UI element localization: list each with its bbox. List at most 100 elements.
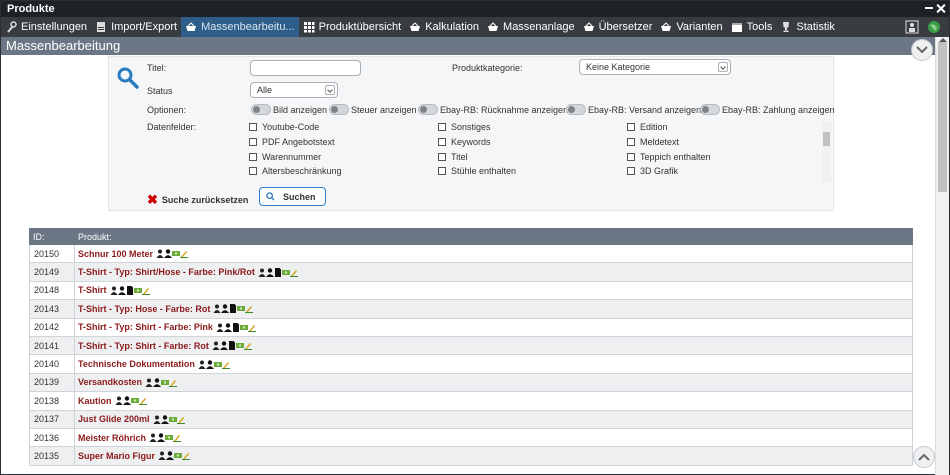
cash-icon[interactable] [161, 378, 170, 387]
datafield-checkbox[interactable]: Sonstiges [438, 122, 491, 132]
tab-4[interactable]: Kalkulation [405, 17, 483, 37]
minimize-button[interactable] [925, 7, 933, 9]
cash-icon[interactable] [281, 268, 290, 277]
edit-icon[interactable] [169, 378, 178, 387]
datafield-checkbox[interactable]: Titel [438, 152, 468, 162]
tab-0[interactable]: Einstellungen [1, 17, 91, 37]
edit-icon[interactable] [138, 396, 147, 406]
edit-icon[interactable] [245, 304, 254, 314]
checkbox-box[interactable] [438, 152, 446, 161]
datafield-checkbox[interactable]: 3D Grafik [627, 166, 678, 176]
checkbox-box[interactable] [438, 137, 446, 146]
tab-9[interactable]: Statistik [776, 17, 839, 37]
globe-icon[interactable] [927, 20, 941, 34]
person-icon[interactable] [258, 268, 266, 277]
edit-icon[interactable] [289, 268, 298, 277]
table-row[interactable]: 20150 Schnur 100 Meter [29, 245, 913, 264]
tab-1[interactable]: Import/Export [91, 17, 181, 37]
product-name-link[interactable]: T-Shirt [78, 285, 107, 295]
cash-icon[interactable] [237, 304, 246, 313]
person-icon[interactable] [213, 304, 221, 314]
edit-icon[interactable] [221, 360, 230, 369]
person-icon[interactable] [198, 360, 206, 369]
datafield-checkbox[interactable]: Warennummer [249, 152, 321, 162]
edit-icon[interactable] [182, 451, 191, 461]
product-name-link[interactable]: T-Shirt - Typ: Shirt/Hose - Farbe: Pink/… [78, 267, 255, 277]
person-plus-icon[interactable] [122, 396, 131, 406]
document-icon[interactable] [229, 304, 237, 314]
checkbox-box[interactable] [249, 137, 257, 146]
category-select[interactable]: Keine Kategorie [579, 59, 731, 75]
cash-icon[interactable] [172, 249, 181, 258]
edit-icon[interactable] [176, 415, 185, 424]
toggle-image[interactable] [251, 104, 271, 115]
product-name-link[interactable]: T-Shirt - Typ: Hose - Farbe: Rot [78, 304, 210, 314]
person-plus-icon[interactable] [153, 378, 162, 387]
edit-icon[interactable] [180, 249, 189, 259]
table-row[interactable]: 20149 T-Shirt - Typ: Shirt/Hose - Farbe: … [29, 263, 913, 282]
datafield-checkbox[interactable]: Edition [627, 122, 668, 132]
person-plus-icon[interactable] [157, 433, 166, 443]
cash-icon[interactable] [133, 286, 142, 295]
checkbox-box[interactable] [438, 123, 446, 131]
table-row[interactable]: 20136 Meister Röhrich [29, 428, 913, 448]
scroll-to-top-button[interactable] [913, 446, 935, 468]
table-row[interactable]: 20137 Just Glide 200ml [29, 410, 913, 429]
collapse-button[interactable] [911, 39, 933, 61]
edit-icon[interactable] [173, 433, 182, 443]
cash-icon[interactable] [239, 323, 248, 332]
datafield-checkbox[interactable]: Meldetext [627, 137, 679, 147]
product-name-link[interactable]: T-Shirt - Typ: Shirt - Farbe: Pink [78, 322, 213, 332]
page-scrollbar[interactable] [935, 37, 949, 475]
person-plus-icon[interactable] [160, 415, 169, 424]
person-icon[interactable] [158, 451, 166, 461]
table-row[interactable]: 20143 T-Shirt - Typ: Hose - Farbe: Rot [29, 300, 913, 319]
datafields-scrollbar[interactable] [822, 122, 831, 182]
person-icon[interactable] [156, 249, 164, 259]
table-row[interactable]: 20140 Technische Dokumentation [29, 355, 913, 374]
person-plus-icon[interactable] [265, 267, 274, 277]
toggle-ebay-payment[interactable] [700, 104, 720, 115]
product-name-link[interactable]: Kaution [78, 396, 112, 406]
person-plus-icon[interactable] [219, 341, 228, 351]
person-plus-icon[interactable] [221, 304, 230, 314]
document-icon[interactable] [228, 341, 236, 351]
datafield-checkbox[interactable]: PDF Angebotstext [249, 137, 335, 147]
document-icon[interactable] [232, 322, 240, 332]
table-row[interactable]: 20142 T-Shirt - Typ: Shirt - Farbe: Pink [29, 318, 913, 337]
person-plus-icon[interactable] [117, 286, 126, 295]
reset-search-button[interactable]: ✖ Suche zurücksetzen [147, 192, 248, 208]
datafield-checkbox[interactable]: Stühle enthalten [438, 166, 516, 176]
cash-icon[interactable] [213, 360, 222, 369]
document-icon[interactable] [126, 285, 134, 295]
search-button[interactable]: Suchen [259, 187, 326, 206]
checkbox-box[interactable] [249, 167, 257, 176]
table-row[interactable]: 20141 T-Shirt - Typ: Shirt - Farbe: Rot [29, 336, 913, 356]
person-plus-icon[interactable] [166, 451, 175, 461]
tab-2[interactable]: Massenbearbeitu... [181, 17, 299, 37]
product-name-link[interactable]: Super Mario Figur [78, 451, 155, 461]
product-name-link[interactable]: Meister Röhrich [78, 433, 146, 443]
edit-icon[interactable] [243, 341, 252, 351]
toggle-tax[interactable] [329, 104, 349, 115]
cash-icon[interactable] [130, 396, 139, 405]
cash-icon[interactable] [235, 341, 244, 350]
table-row[interactable]: 20135 Super Mario Figur [29, 447, 913, 466]
edit-icon[interactable] [247, 323, 256, 332]
checkbox-box[interactable] [627, 137, 635, 146]
datafield-checkbox[interactable]: Youtube-Code [249, 122, 319, 132]
status-select[interactable]: Alle [250, 82, 338, 98]
tab-5[interactable]: Massenanlage [483, 17, 579, 37]
datafield-checkbox[interactable]: Keywords [438, 137, 491, 147]
product-name-link[interactable]: Schnur 100 Meter [78, 249, 153, 259]
tab-6[interactable]: Übersetzer [579, 17, 657, 37]
cash-icon[interactable] [165, 433, 174, 442]
table-row[interactable]: 20148 T-Shirt [29, 281, 913, 301]
tab-7[interactable]: Varianten [656, 17, 726, 37]
person-plus-icon[interactable] [164, 249, 173, 259]
product-name-link[interactable]: T-Shirt - Typ: Shirt - Farbe: Rot [78, 341, 209, 351]
checkbox-box[interactable] [627, 152, 635, 161]
column-header-id[interactable]: ID: [29, 232, 74, 242]
checkbox-box[interactable] [249, 123, 257, 131]
checkbox-box[interactable] [627, 123, 635, 131]
